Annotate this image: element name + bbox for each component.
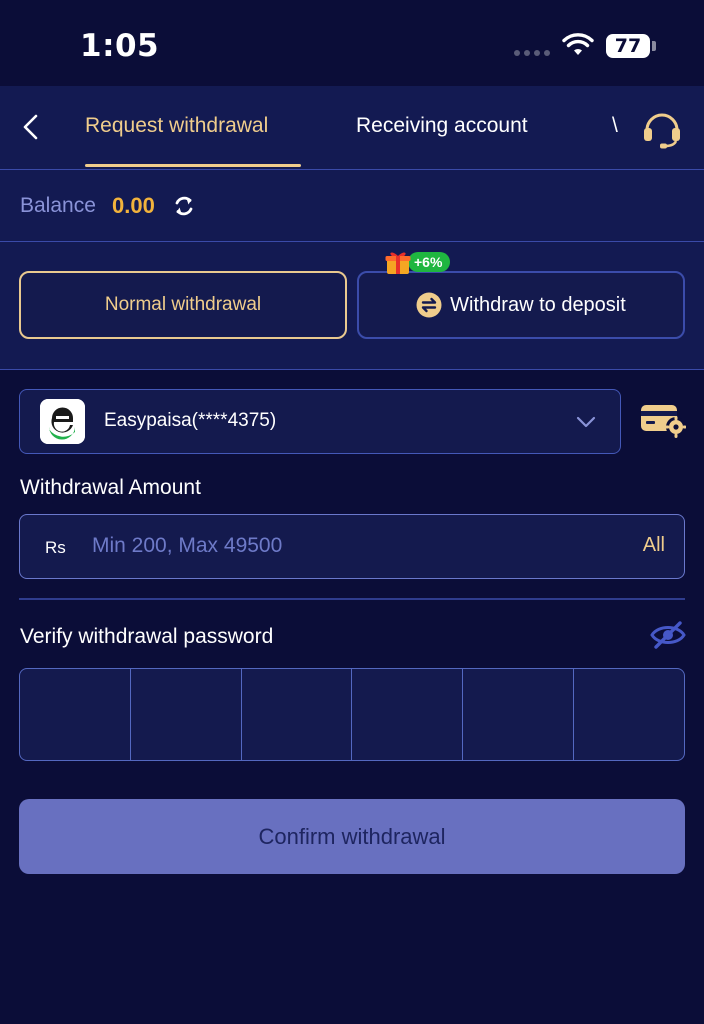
confirm-withdrawal-button[interactable]: Confirm withdrawal [19, 799, 685, 874]
bonus-badge: +6% [384, 247, 451, 277]
account-name: Easypaisa(****4375) [104, 410, 277, 431]
withdraw-to-deposit-label: Withdraw to deposit [450, 293, 626, 316]
battery-indicator: 77 [606, 34, 650, 58]
wifi-icon [562, 33, 594, 55]
card-settings-icon[interactable] [640, 402, 686, 438]
password-digit-box[interactable] [20, 669, 131, 760]
gift-icon [385, 252, 411, 274]
withdraw-type-row: Normal withdrawal Withdraw to deposit +6… [0, 242, 704, 370]
currency-label: Rs [45, 538, 66, 557]
account-select[interactable]: Easypaisa(****4375) [19, 389, 621, 454]
password-digit-box[interactable] [352, 669, 464, 760]
password-digit-box[interactable] [574, 669, 684, 760]
swap-icon [416, 292, 442, 318]
easypaisa-logo-icon [40, 399, 85, 444]
password-digit-box[interactable] [131, 669, 242, 760]
password-digit-box[interactable] [242, 669, 353, 760]
withdrawal-page: 1:05 77 Request withdrawal Receiving acc… [0, 0, 704, 1024]
battery-cap [652, 41, 656, 51]
normal-withdrawal-label: Normal withdrawal [104, 294, 262, 315]
tab-request-withdrawal[interactable]: Request withdrawal [85, 114, 268, 138]
bonus-percentage: +6% [408, 252, 451, 272]
all-amount-button[interactable]: All [643, 534, 665, 557]
active-tab-indicator [85, 164, 301, 167]
balance-row: Balance 0.00 [0, 170, 704, 242]
refresh-icon[interactable] [172, 194, 196, 218]
amount-placeholder: Min 200, Max 49500 [92, 534, 283, 557]
withdraw-to-deposit-button[interactable]: Withdraw to deposit [357, 271, 685, 339]
headset-support-icon[interactable] [640, 106, 684, 150]
status-time: 1:05 [80, 28, 160, 64]
amount-input[interactable]: Rs Min 200, Max 49500 All [19, 514, 685, 579]
cellular-signal-icon [514, 50, 550, 56]
eye-off-icon[interactable] [650, 620, 686, 650]
tab-receiving-account[interactable]: Receiving account [356, 114, 528, 138]
balance-value: 0.00 [112, 193, 155, 218]
balance-label: Balance [20, 194, 96, 217]
normal-withdrawal-button[interactable]: Normal withdrawal [19, 271, 347, 339]
password-label: Verify withdrawal password [20, 625, 274, 648]
top-nav: Request withdrawal Receiving account \ [0, 86, 704, 170]
divider [19, 598, 685, 600]
password-input-group [19, 668, 685, 761]
chevron-down-icon [576, 416, 596, 428]
amount-label: Withdrawal Amount [20, 476, 201, 499]
confirm-withdrawal-label: Confirm withdrawal [258, 823, 446, 849]
status-bar: 1:05 77 [0, 0, 704, 86]
tab-clipped[interactable]: \ [612, 114, 618, 138]
back-chevron-icon[interactable] [18, 112, 44, 142]
password-digit-box[interactable] [463, 669, 575, 760]
